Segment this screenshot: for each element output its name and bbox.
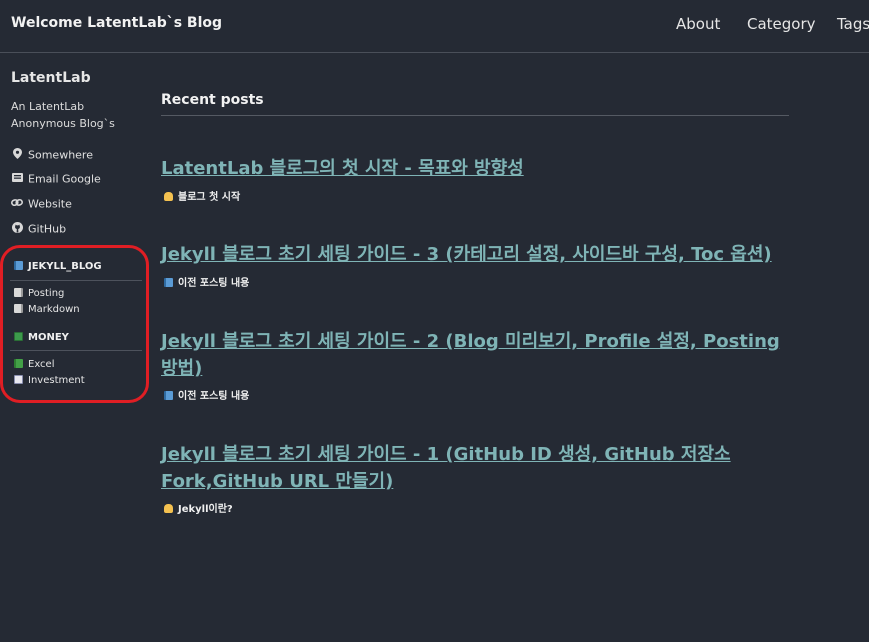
post-excerpt-text: 이전 포스팅 내용 xyxy=(178,278,250,289)
author-link-label: Website xyxy=(28,197,72,211)
post-excerpt: 이전 포스팅 내용 xyxy=(164,387,249,402)
post-title-link[interactable]: Jekyll 블로그 초기 세팅 가이드 - 2 (Blog 미리보기, Pro… xyxy=(161,328,781,382)
post-excerpt-text: Jekyll이란? xyxy=(178,504,233,515)
waving-hand-icon xyxy=(164,504,173,513)
author-link-website[interactable]: Website xyxy=(11,197,72,213)
title-divider xyxy=(161,115,789,116)
site-title-link[interactable]: Welcome LatentLab`s Blog xyxy=(11,15,222,31)
nav-about[interactable]: About xyxy=(676,15,720,33)
post-excerpt: 이전 포스팅 내용 xyxy=(164,274,249,289)
email-icon xyxy=(11,173,23,185)
highlight-annotation xyxy=(0,245,149,403)
nav-category[interactable]: Category xyxy=(747,15,816,33)
post-title-link[interactable]: Jekyll 블로그 초기 세팅 가이드 - 1 (GitHub ID 생성, … xyxy=(161,441,781,495)
author-link-label: GitHub xyxy=(28,222,67,236)
post-excerpt: Jekyll이란? xyxy=(164,500,233,515)
author-link-location[interactable]: Somewhere xyxy=(11,148,93,164)
post-excerpt-text: 이전 포스팅 내용 xyxy=(178,391,250,402)
author-link-label: Somewhere xyxy=(28,148,93,162)
post-title-link[interactable]: Jekyll 블로그 초기 세팅 가이드 - 3 (카테고리 설정, 사이드바 … xyxy=(161,241,781,268)
masthead: Welcome LatentLab`s Blog About Category … xyxy=(0,0,869,53)
author-link-github[interactable]: GitHub xyxy=(11,222,66,238)
blue-book-icon xyxy=(164,391,173,400)
github-icon xyxy=(11,222,23,236)
author-link-label: Email Google xyxy=(28,172,101,186)
author-bio: An LatentLab Anonymous Blog`s xyxy=(11,100,115,130)
post-title-link[interactable]: LatentLab 블로그의 첫 시작 - 목표와 방향성 xyxy=(161,155,781,182)
post-excerpt: 블로그 첫 시작 xyxy=(164,188,240,203)
author-link-email[interactable]: Email Google xyxy=(11,172,101,188)
page-title: Recent posts xyxy=(161,92,264,108)
nav-tags[interactable]: Tags xyxy=(837,15,869,33)
post-excerpt-text: 블로그 첫 시작 xyxy=(178,192,241,203)
link-icon xyxy=(11,198,23,210)
author-name: LatentLab xyxy=(11,70,91,86)
location-pin-icon xyxy=(11,148,23,162)
blue-book-icon xyxy=(164,278,173,287)
waving-hand-icon xyxy=(164,192,173,201)
